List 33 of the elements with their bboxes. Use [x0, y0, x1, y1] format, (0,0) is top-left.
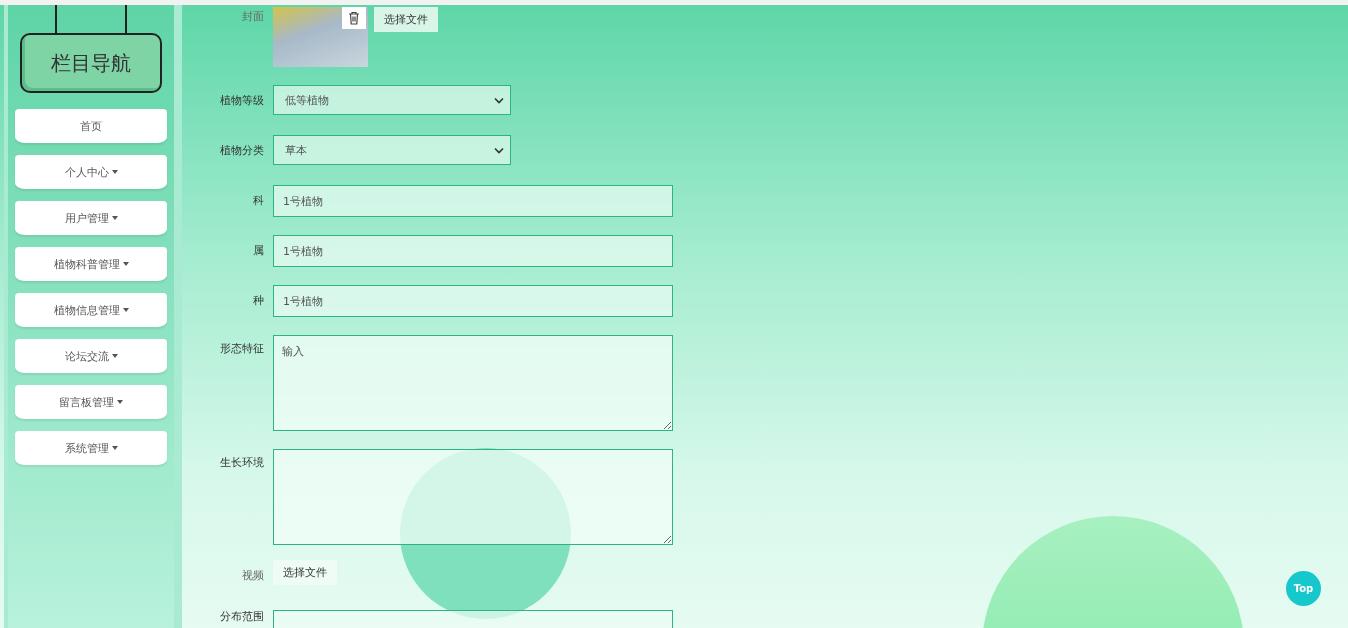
text-area[interactable]: 输入	[273, 335, 673, 431]
field-label: 分布范围	[219, 610, 265, 624]
field-label: 植物等级	[219, 93, 265, 109]
choose-file-button[interactable]: 选择文件	[374, 7, 438, 32]
input-field[interactable]: 1号植物	[273, 185, 673, 217]
nav-menu-item[interactable]: 论坛交流	[15, 339, 167, 373]
nav-menu-item[interactable]: 植物信息管理	[15, 293, 167, 327]
trash-icon	[348, 11, 360, 25]
field-label: 科	[252, 193, 265, 209]
choose-file-button[interactable]: 选择文件	[273, 560, 337, 585]
field-label: 封面	[241, 9, 265, 25]
field-label: 生长环境	[219, 455, 265, 471]
field-label: 种	[252, 293, 265, 309]
field-label: 视频	[241, 568, 265, 584]
field-label: 属	[252, 243, 265, 259]
dropdown[interactable]: 低等植物	[273, 85, 511, 115]
nav-menu-item[interactable]: 个人中心	[15, 155, 167, 189]
delete-button[interactable]	[342, 7, 366, 29]
field-label: 植物分类	[219, 143, 265, 159]
nav-menu-item[interactable]: 首页	[15, 109, 167, 143]
input-field[interactable]: 1号植物	[273, 285, 673, 317]
text-area[interactable]	[273, 449, 673, 545]
nav-menu-item[interactable]: 植物科普管理	[15, 247, 167, 281]
nav-menu-item[interactable]: 用户管理	[15, 201, 167, 235]
nav-menu-item[interactable]: 留言板管理	[15, 385, 167, 419]
sidebar-title: 栏目导航	[20, 33, 162, 93]
dropdown[interactable]: 草本	[273, 135, 511, 165]
nav-menu-item[interactable]: 系统管理	[15, 431, 167, 465]
chevron-down-icon	[494, 146, 504, 154]
rope-drawing	[55, 5, 127, 35]
chevron-down-icon	[494, 96, 504, 104]
input-field[interactable]: 1号植物	[273, 235, 673, 267]
field-label: 形态特征	[219, 341, 265, 357]
